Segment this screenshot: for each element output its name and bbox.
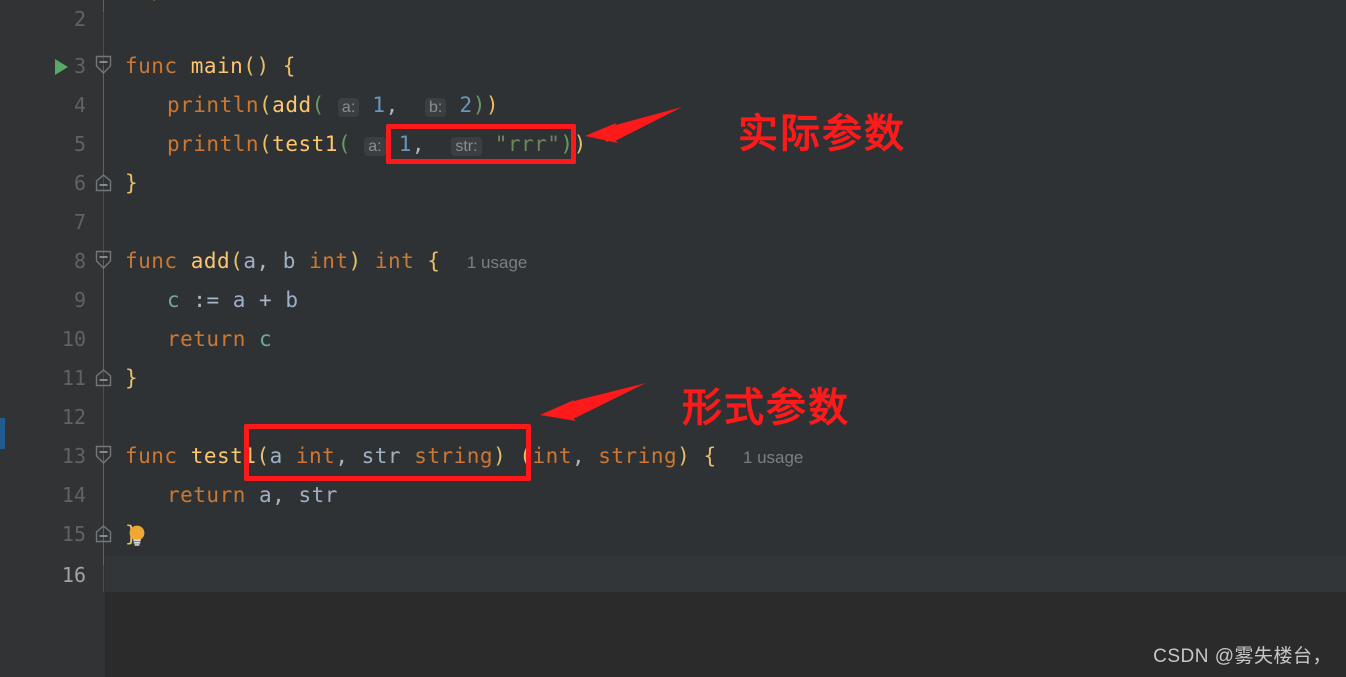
param-hint-b: b: (425, 98, 447, 117)
line-number-15: 15 (61, 522, 86, 546)
code-line-16[interactable]: 16 (0, 556, 1346, 595)
line-number-14: 14 (61, 483, 86, 507)
usage-hint-test1[interactable]: 1 usage (743, 448, 804, 467)
code-line-10-text: return c (167, 327, 273, 351)
line-number-9: 9 (73, 288, 86, 312)
code-line-5[interactable]: 5 println(test1( a: 1, str: "rrr")) (0, 125, 1346, 164)
code-line-12[interactable]: 12 (0, 398, 1346, 437)
code-line-11-text: } (125, 366, 139, 390)
code-line-9-text: c := a + b (167, 288, 299, 312)
code-line-4[interactable]: 4 println(add( a: 1, b: 2)) (0, 86, 1346, 125)
line-number-4: 4 (73, 93, 86, 117)
run-gutter-icon[interactable] (55, 59, 68, 75)
code-line-9[interactable]: 9 c := a + b (0, 281, 1346, 320)
csdn-watermark: CSDN @雾失楼台， (1153, 646, 1332, 667)
code-line-11[interactable]: 11 } (0, 359, 1346, 398)
fold-collapse-icon[interactable] (95, 55, 112, 75)
line-number-12: 12 (61, 405, 86, 429)
line-number-11: 11 (61, 366, 86, 390)
line-number-3: 3 (73, 54, 86, 78)
code-line-3[interactable]: 3 func main() { (0, 47, 1346, 86)
fold-end-icon-add[interactable] (95, 369, 112, 387)
code-line-5-text: println(test1( a: 1, str: "rrr")) (167, 132, 587, 156)
line-number-16: 16 (61, 563, 86, 587)
code-line-13-text: func test1(a int, str string) (int, stri… (125, 444, 804, 468)
code-line-14[interactable]: 14 return a, str (0, 476, 1346, 515)
intention-bulb-icon[interactable] (127, 524, 147, 546)
editor-gutter-empty (0, 592, 104, 677)
code-line-8[interactable]: 8 func add(a, b int) int { 1 usage (0, 242, 1346, 281)
fold-end-icon[interactable] (95, 174, 112, 192)
line-number-13: 13 (61, 444, 86, 468)
code-line-4-text: println(add( a: 1, b: 2)) (167, 93, 499, 117)
fold-end-icon-test1[interactable] (95, 525, 112, 543)
line-number-5: 5 (73, 132, 86, 156)
usage-hint-add[interactable]: 1 usage (467, 253, 528, 272)
code-line-15[interactable]: 15 } (0, 515, 1346, 554)
param-hint-a: a: (337, 98, 360, 117)
code-line-6[interactable]: 6 } (0, 164, 1346, 203)
code-line-14-text: return a, str (167, 483, 338, 507)
code-editor[interactable]: import 2 3 func main() { 4 println(add( … (0, 0, 1346, 677)
code-line-3-text: func main() { (125, 54, 296, 78)
line-number-6: 6 (73, 171, 86, 195)
param-hint-a2: a: (364, 137, 386, 156)
line-number-10: 10 (61, 327, 86, 351)
line-number-2: 2 (73, 7, 86, 31)
code-line-6-text: } (125, 171, 139, 195)
code-line-10[interactable]: 10 return c (0, 320, 1346, 359)
fold-collapse-icon-test1[interactable] (95, 445, 112, 465)
line-number-8: 8 (73, 249, 86, 273)
fold-collapse-icon-add[interactable] (95, 250, 112, 270)
param-hint-str: str: (451, 137, 482, 156)
code-line-7[interactable]: 7 (0, 203, 1346, 242)
code-line-2[interactable]: 2 (0, 0, 1346, 39)
code-line-8-text: func add(a, b int) int { 1 usage (125, 249, 528, 273)
line-number-7: 7 (73, 210, 86, 234)
code-line-13[interactable]: 13 func test1(a int, str string) (int, s… (0, 437, 1346, 476)
